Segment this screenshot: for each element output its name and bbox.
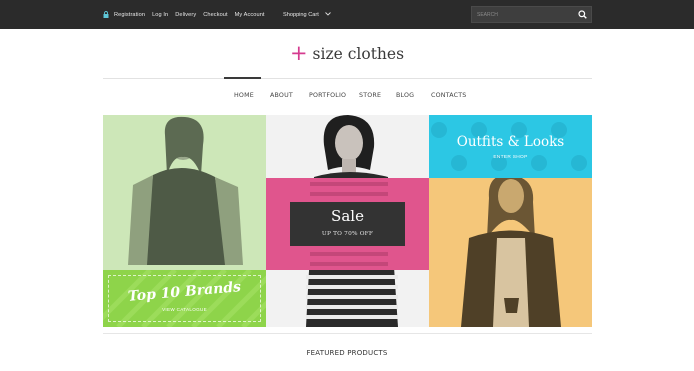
shopping-cart-button[interactable]: Shopping Cart (283, 0, 331, 29)
search-button[interactable] (573, 7, 591, 22)
search-icon (577, 10, 587, 19)
logo-text: size clothes (312, 45, 405, 63)
top-bar: Registration Log In Delivery Checkout My… (0, 0, 694, 29)
featured-divider (103, 333, 592, 334)
nav-active-indicator (224, 77, 261, 79)
account-links: Registration Log In Delivery Checkout My… (103, 0, 265, 29)
delivery-link[interactable]: Delivery (175, 12, 196, 18)
logo-mark: + (289, 41, 308, 65)
nav-item-portfolio[interactable]: PORTFOLIO (309, 87, 346, 105)
sale-box: Sale UP TO 70% OFF (290, 202, 405, 246)
sale-subtitle: UP TO 70% OFF (321, 231, 374, 237)
my-account-link[interactable]: My Account (235, 12, 265, 18)
registration-link[interactable]: Registration (114, 12, 145, 18)
nav-item-about[interactable]: ABOUT (270, 87, 293, 105)
sale-banner[interactable]: Sale UP TO 70% OFF (266, 115, 429, 327)
site-logo[interactable]: + size clothes (0, 41, 694, 67)
nav-item-store[interactable]: STORE (359, 87, 381, 105)
header-divider (103, 78, 592, 79)
top-brands-banner[interactable]: Top 10 Brands VIEW CATALOGUE (103, 115, 266, 327)
outfits-banner[interactable]: Outfits & Looks ENTER SHOP (429, 115, 592, 178)
lock-icon (103, 11, 109, 18)
search-box (471, 6, 592, 23)
shopping-cart-label: Shopping Cart (283, 11, 319, 18)
outfits-link[interactable]: ENTER SHOP (429, 155, 592, 160)
chevron-down-icon (324, 11, 331, 18)
model-image-right (461, 178, 561, 327)
checkout-link[interactable]: Checkout (203, 12, 227, 18)
nav-item-home[interactable]: HOME (234, 87, 254, 105)
nav-item-blog[interactable]: BLOG (396, 87, 414, 105)
hero-banner-grid: Top 10 Brands VIEW CATALOGUE Sale UP TO … (103, 115, 592, 327)
top-brands-link[interactable]: VIEW CATALOGUE (103, 307, 266, 312)
login-link[interactable]: Log In (152, 12, 168, 18)
sale-title: Sale (331, 207, 364, 225)
outfits-title: Outfits & Looks (456, 134, 565, 150)
nav-item-contacts[interactable]: CONTACTS (431, 87, 466, 105)
main-nav: HOME ABOUT PORTFOLIO STORE BLOG CONTACTS (0, 87, 694, 105)
search-input[interactable] (472, 7, 573, 22)
top-brands-band: Top 10 Brands VIEW CATALOGUE (103, 270, 266, 327)
model-banner-right (429, 178, 592, 327)
featured-products-heading: FEATURED PRODUCTS (306, 349, 388, 357)
